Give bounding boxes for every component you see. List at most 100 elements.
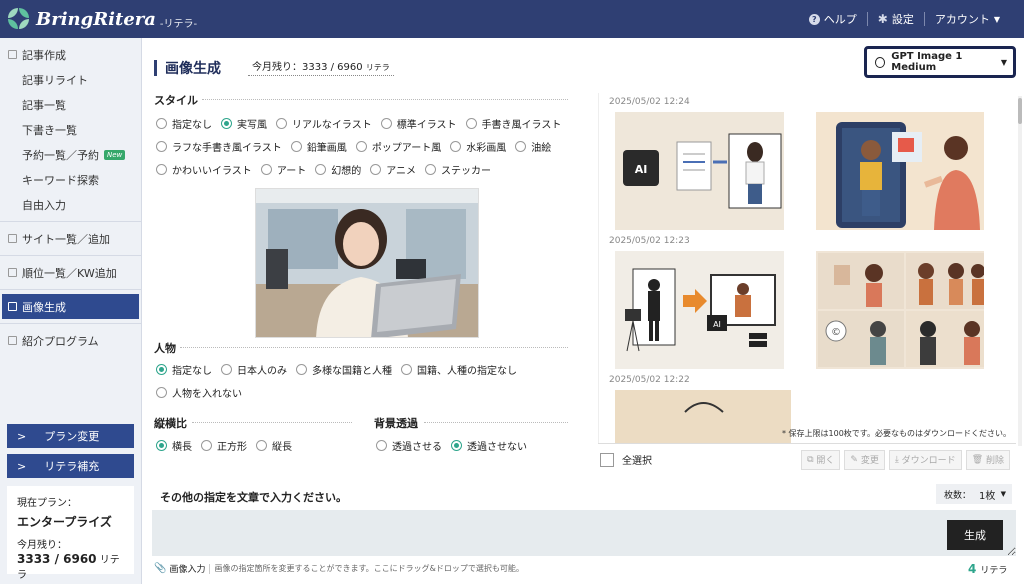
person-option[interactable]: 日本人のみ xyxy=(221,362,287,377)
help-label: ヘルプ xyxy=(823,13,857,26)
style-option-label: 油絵 xyxy=(531,143,552,154)
gallery-image[interactable] xyxy=(815,112,984,230)
style-option[interactable]: かわいいイラスト xyxy=(156,162,252,177)
style-option[interactable]: 水彩画風 xyxy=(450,139,506,154)
openai-icon xyxy=(875,56,886,68)
person-option[interactable]: 国籍、人種の指定なし xyxy=(401,362,517,377)
sidebar-item-rewrite[interactable]: 記事リライト xyxy=(0,67,141,92)
style-option[interactable]: ポップアート風 xyxy=(355,139,441,154)
transparent-option-label: 透過させない xyxy=(467,442,527,453)
plan-info: 現在プラン： エンタープライズ 今月残り： 3333 / 6960 リテラ xyxy=(7,486,134,581)
person-option-label: 人物を入れない xyxy=(172,389,242,400)
sidebar-item-referral[interactable]: 紹介プログラム xyxy=(0,328,141,353)
style-option-label: ステッカー xyxy=(441,166,492,177)
style-option[interactable]: リアルなイラスト xyxy=(276,116,372,131)
sidebar-item-label: 記事作成 xyxy=(22,48,66,62)
plan-change-button[interactable]: > プラン変更 xyxy=(7,424,134,448)
person-option[interactable]: 指定なし xyxy=(156,362,212,377)
logo-icon xyxy=(8,8,30,30)
sidebar: 記事作成 記事リライト 記事一覧 下書き一覧 予約一覧／予約 New キーワード探… xyxy=(0,38,142,584)
model-select[interactable]: GPT Image 1 Medium ▼ xyxy=(864,46,1016,78)
person-row-2: 人物を入れない xyxy=(156,385,251,400)
plan-remain-value: 3333 / 6960 xyxy=(17,552,97,566)
sidebar-item-label: サイト一覧／追加 xyxy=(22,232,110,246)
plan-current-label: 現在プラン： xyxy=(17,498,77,509)
sidebar-item-label: 記事リライト xyxy=(22,73,88,87)
style-option[interactable]: 手書き風イラスト xyxy=(465,116,562,131)
instruction-input[interactable] xyxy=(152,510,1016,556)
style-option[interactable]: アート xyxy=(260,162,306,177)
sidebar-item-rankings[interactable]: 順位一覧／KW追加 xyxy=(0,260,141,285)
person-row-1: 指定なし 日本人のみ 多様な国籍と人種 国籍、人種の指定なし xyxy=(156,362,526,377)
settings-link[interactable]: ✱ 設定 xyxy=(868,11,924,27)
style-option-label: 水彩画風 xyxy=(466,143,507,154)
sidebar-item-keyword-search[interactable]: キーワード探索 xyxy=(0,167,141,192)
paperclip-icon: 📎 xyxy=(154,563,167,574)
plan-remain-label: 今月残り： xyxy=(17,540,67,551)
image-input-link[interactable]: 画像入力 xyxy=(169,562,205,575)
sidebar-item-drafts[interactable]: 下書き一覧 xyxy=(0,117,141,142)
style-option-label: 手書き風イラスト xyxy=(481,120,562,131)
aspect-option[interactable]: 正方形 xyxy=(201,438,247,453)
image-input-hint: 📎 画像入力 画像の指定箇所を変更することができます。ここにドラッグ&ドロップで… xyxy=(154,562,524,575)
brand-logo[interactable]: BringRitera -リテラ- xyxy=(8,8,197,30)
help-link[interactable]: ? ヘルプ xyxy=(799,11,867,27)
count-select[interactable]: 枚数： 1枚 ▼ xyxy=(936,484,1012,504)
download-button[interactable]: ⤓ ダウンロード xyxy=(888,449,962,470)
gallery-image[interactable]: © xyxy=(815,251,984,369)
edit-button[interactable]: ✎ 変更 xyxy=(844,449,885,470)
delete-button[interactable]: 🗑 削除 xyxy=(965,449,1010,470)
account-menu[interactable]: アカウント ▼ xyxy=(925,11,1010,27)
aspect-option[interactable]: 縦長 xyxy=(256,438,292,453)
gallery-image[interactable] xyxy=(615,390,791,443)
save-limit-note: * 保存上限は100枚です。必要なものはダウンロードください。 xyxy=(782,429,1012,438)
brand-sub: -リテラ- xyxy=(159,18,198,30)
style-option[interactable]: 指定なし xyxy=(156,116,212,131)
transparent-option[interactable]: 透過させる xyxy=(376,438,442,453)
gallery-date: 2025/05/02 12:24 xyxy=(609,97,690,107)
ritera-topup-button[interactable]: > リテラ補充 xyxy=(7,454,134,478)
style-option[interactable]: 幻想的 xyxy=(315,162,361,177)
sidebar-item-sites[interactable]: サイト一覧／追加 xyxy=(0,226,141,251)
style-option[interactable]: ラフな手書き風イラスト xyxy=(156,139,282,154)
header-nav: ? ヘルプ ✱ 設定 アカウント ▼ xyxy=(799,11,1010,27)
aspect-option-label: 縦長 xyxy=(272,442,292,453)
gallery-image[interactable]: AI xyxy=(615,112,784,230)
gallery-date: 2025/05/02 12:22 xyxy=(609,375,690,385)
style-option[interactable]: 実写風 xyxy=(221,116,267,131)
generate-button[interactable]: 生成 xyxy=(947,520,1003,550)
style-row-3: かわいいイラスト アート 幻想的 アニメ ステッカー xyxy=(156,162,500,177)
app-header: BringRitera -リテラ- ? ヘルプ ✱ 設定 アカウント ▼ xyxy=(0,0,1024,38)
gallery-image[interactable]: AI xyxy=(615,251,784,369)
gallery-date: 2025/05/02 12:23 xyxy=(609,236,690,246)
style-option-label: 実写風 xyxy=(237,120,267,131)
sidebar-item-article-list[interactable]: 記事一覧 xyxy=(0,92,141,117)
svg-text:AI: AI xyxy=(713,320,721,329)
gallery-actions: 全選択 ⧉ 開く ✎ 変更 ⤓ ダウンロード 🗑 削除 xyxy=(598,443,1016,475)
gallery-scrollbar[interactable] xyxy=(1018,96,1022,446)
person-option[interactable]: 多様な国籍と人種 xyxy=(296,362,392,377)
open-button[interactable]: ⧉ 開く xyxy=(801,449,841,470)
sidebar-item-reservations[interactable]: 予約一覧／予約 New xyxy=(0,142,141,167)
aspect-option[interactable]: 横長 xyxy=(156,438,192,453)
style-option-label: 鉛筆画風 xyxy=(306,143,347,154)
style-row-1: 指定なし 実写風 リアルなイラスト 標準イラスト 手書き風イラスト xyxy=(156,116,570,131)
style-option[interactable]: アニメ xyxy=(370,162,416,177)
aspect-row: 横長 正方形 縦長 xyxy=(156,438,301,453)
style-option[interactable]: 標準イラスト xyxy=(380,116,457,131)
sidebar-item-image-gen[interactable]: 画像生成 xyxy=(2,294,139,319)
open-icon: ⧉ xyxy=(807,454,817,465)
style-option[interactable]: ステッカー xyxy=(425,162,491,177)
select-all-checkbox[interactable] xyxy=(600,452,614,467)
style-option-label: かわいいイラスト xyxy=(172,166,252,177)
style-option-label: リアルなイラスト xyxy=(292,120,372,131)
sidebar-item-article-create[interactable]: 記事作成 xyxy=(0,42,141,67)
brand-name: BringRitera xyxy=(36,8,156,30)
style-option[interactable]: 油絵 xyxy=(515,139,551,154)
transparent-option[interactable]: 透過させない xyxy=(451,438,527,453)
transparent-option-label: 透過させる xyxy=(392,442,442,453)
style-option[interactable]: 鉛筆画風 xyxy=(290,139,347,154)
person-option[interactable]: 人物を入れない xyxy=(156,385,242,400)
sidebar-item-free-input[interactable]: 自由入力 xyxy=(0,192,141,217)
monthly-remaining-value: 今月残り：3333 / 6960 xyxy=(252,62,363,73)
